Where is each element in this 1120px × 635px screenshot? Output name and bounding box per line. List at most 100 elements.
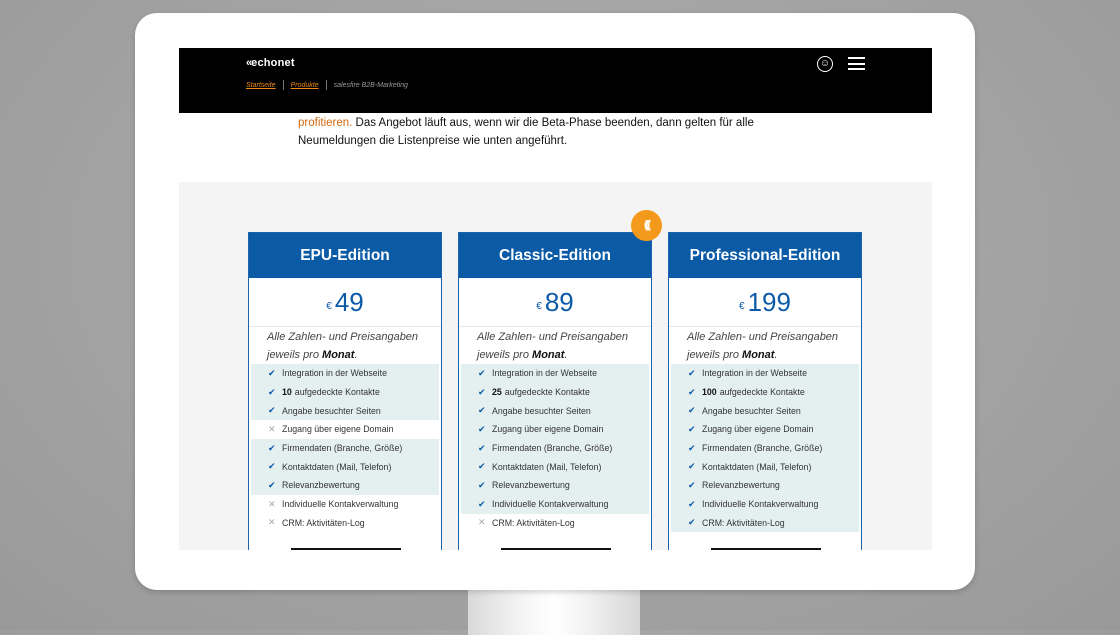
cross-icon: ✕ <box>478 517 486 528</box>
logo-mark: « <box>246 57 252 69</box>
plan-title: Classic-Edition <box>459 233 651 278</box>
select-plan-button[interactable] <box>291 548 401 550</box>
feature-label: CRM: Aktivitäten-Log <box>282 517 365 528</box>
plan-title: Professional-Edition <box>669 233 861 278</box>
feature-label: CRM: Aktivitäten-Log <box>492 517 575 528</box>
check-icon: ✔ <box>688 367 696 378</box>
feature-item: ✔ Kontaktdaten (Mail, Telefon) <box>251 457 439 477</box>
price-amount: 199 <box>747 286 791 317</box>
check-icon: ✔ <box>688 461 696 472</box>
feature-label: Zugang über eigene Domain <box>492 424 604 435</box>
price-note-period: Monat <box>532 348 565 361</box>
feature-item: ✔ Zugang über eigene Domain <box>461 420 649 439</box>
select-plan-button[interactable] <box>501 548 611 550</box>
monitor-frame: «echonet Startseite Produkte salesfire B… <box>135 13 975 590</box>
feature-list: ✔ Integration in der Webseite ✔ 25 aufge… <box>461 364 649 532</box>
feature-label: Angabe besuchter Seiten <box>282 405 381 416</box>
check-icon: ✔ <box>688 386 696 397</box>
price-note: Alle Zahlen- und Preisangaben jeweils pr… <box>669 327 861 364</box>
check-icon: ✔ <box>268 442 276 453</box>
feature-label: CRM: Aktivitäten-Log <box>702 517 785 528</box>
feature-item: ✔ Relevanzbewertung <box>461 476 649 495</box>
logo-text: echonet <box>251 57 295 69</box>
feature-item: ✔ 10 aufgedeckte Kontakte <box>251 382 439 402</box>
feature-value: 10 <box>282 387 292 398</box>
feature-label: Relevanzbewertung <box>282 480 360 491</box>
check-icon: ✔ <box>688 442 696 453</box>
feature-label: Integration in der Webseite <box>702 368 807 379</box>
intro-text-highlight: profitieren. <box>298 117 353 129</box>
site-header: «echonet Startseite Produkte salesfire B… <box>179 48 932 113</box>
check-icon: ✔ <box>478 479 486 490</box>
check-icon: ✔ <box>478 423 486 434</box>
cross-icon: ✕ <box>268 517 276 528</box>
feature-label: Angabe besuchter Seiten <box>492 405 591 416</box>
website-screen: «echonet Startseite Produkte salesfire B… <box>179 48 932 550</box>
pricing-card-classic-edition: Classic-Edition € 89 Alle Zahlen- und Pr… <box>458 232 652 550</box>
check-icon: ✔ <box>688 423 696 434</box>
feature-label: Individuelle Kontakverwaltung <box>282 499 399 510</box>
accessibility-icon[interactable]: ☺ <box>817 56 833 72</box>
check-icon: ✔ <box>478 367 486 378</box>
feature-item: ✔ Integration in der Webseite <box>461 364 649 383</box>
hamburger-menu-icon[interactable] <box>848 57 865 70</box>
feature-label: Individuelle Kontakverwaltung <box>702 499 819 510</box>
feature-item: ✔ Individuelle Kontakverwaltung <box>671 494 859 514</box>
feature-item: ✔ Angabe besuchter Seiten <box>671 401 859 421</box>
pricing-card-epu-edition: EPU-Edition € 49 Alle Zahlen- und Preisa… <box>248 232 442 550</box>
plan-price: € 89 <box>459 278 651 327</box>
feature-label: Zugang über eigene Domain <box>702 424 814 435</box>
check-icon: ✔ <box>688 498 696 509</box>
feature-item: ✔ Firmendaten (Branche, Größe) <box>671 438 859 458</box>
feature-item: ✕ CRM: Aktivitäten-Log <box>461 514 649 533</box>
check-icon: ✔ <box>268 367 276 378</box>
plan-price: € 199 <box>669 278 861 327</box>
check-icon: ✔ <box>478 461 486 472</box>
breadcrumb-produkte[interactable]: Produkte <box>291 82 319 89</box>
feature-label: Firmendaten (Branche, Größe) <box>702 443 823 454</box>
feature-value: 100 <box>702 387 717 398</box>
feature-item: ✔ 25 aufgedeckte Kontakte <box>461 382 649 402</box>
price-note: Alle Zahlen- und Preisangaben jeweils pr… <box>459 327 651 364</box>
feature-item: ✔ Individuelle Kontakverwaltung <box>461 494 649 514</box>
intro-text-body: Das Angebot läuft aus, wenn wir die Beta… <box>298 117 754 147</box>
check-icon: ✔ <box>478 405 486 416</box>
currency-symbol: € <box>536 301 542 312</box>
feature-label: Integration in der Webseite <box>282 368 387 379</box>
currency-symbol: € <box>739 301 745 312</box>
check-icon: ✔ <box>478 442 486 453</box>
currency-symbol: € <box>326 301 332 312</box>
check-icon: ✔ <box>268 479 276 490</box>
monitor-stand <box>468 585 640 635</box>
breadcrumb-startseite[interactable]: Startseite <box>246 82 276 89</box>
feature-label: Zugang über eigene Domain <box>282 424 394 435</box>
check-icon: ✔ <box>688 479 696 490</box>
breadcrumb-separator <box>325 80 327 90</box>
feature-item: ✔ Zugang über eigene Domain <box>671 420 859 439</box>
feature-label: Firmendaten (Branche, Größe) <box>282 443 403 454</box>
check-icon: ✔ <box>688 517 696 528</box>
feature-label: Angabe besuchter Seiten <box>702 405 801 416</box>
feature-label: Kontaktdaten (Mail, Telefon) <box>492 461 602 472</box>
price-note: Alle Zahlen- und Preisangaben jeweils pr… <box>249 327 441 364</box>
feature-label: Kontaktdaten (Mail, Telefon) <box>702 461 812 472</box>
feature-label: aufgedeckte Kontakte <box>504 387 590 398</box>
price-amount: 49 <box>334 286 364 317</box>
check-icon: ✔ <box>268 386 276 397</box>
feature-label: Relevanzbewertung <box>492 480 570 491</box>
feature-label: Individuelle Kontakverwaltung <box>492 499 609 510</box>
feature-value: 25 <box>492 387 502 398</box>
feature-item: ✔ 100 aufgedeckte Kontakte <box>671 382 859 402</box>
breadcrumb: Startseite Produkte salesfire B2B-Market… <box>246 80 408 90</box>
echonet-logo[interactable]: «echonet <box>246 57 295 69</box>
plan-price: € 49 <box>249 278 441 327</box>
price-amount: 89 <box>544 286 574 317</box>
feature-item: ✔ Integration in der Webseite <box>251 364 439 383</box>
price-note-end: . <box>564 348 568 361</box>
select-plan-button[interactable] <box>711 548 821 550</box>
feature-item: ✔ Firmendaten (Branche, Größe) <box>251 438 439 458</box>
price-note-period: Monat <box>322 348 355 361</box>
feature-label: Integration in der Webseite <box>492 368 597 379</box>
feature-item: ✕ Zugang über eigene Domain <box>251 420 439 439</box>
pricing-card-professional-edition: Professional-Edition € 199 Alle Zahlen- … <box>668 232 862 550</box>
